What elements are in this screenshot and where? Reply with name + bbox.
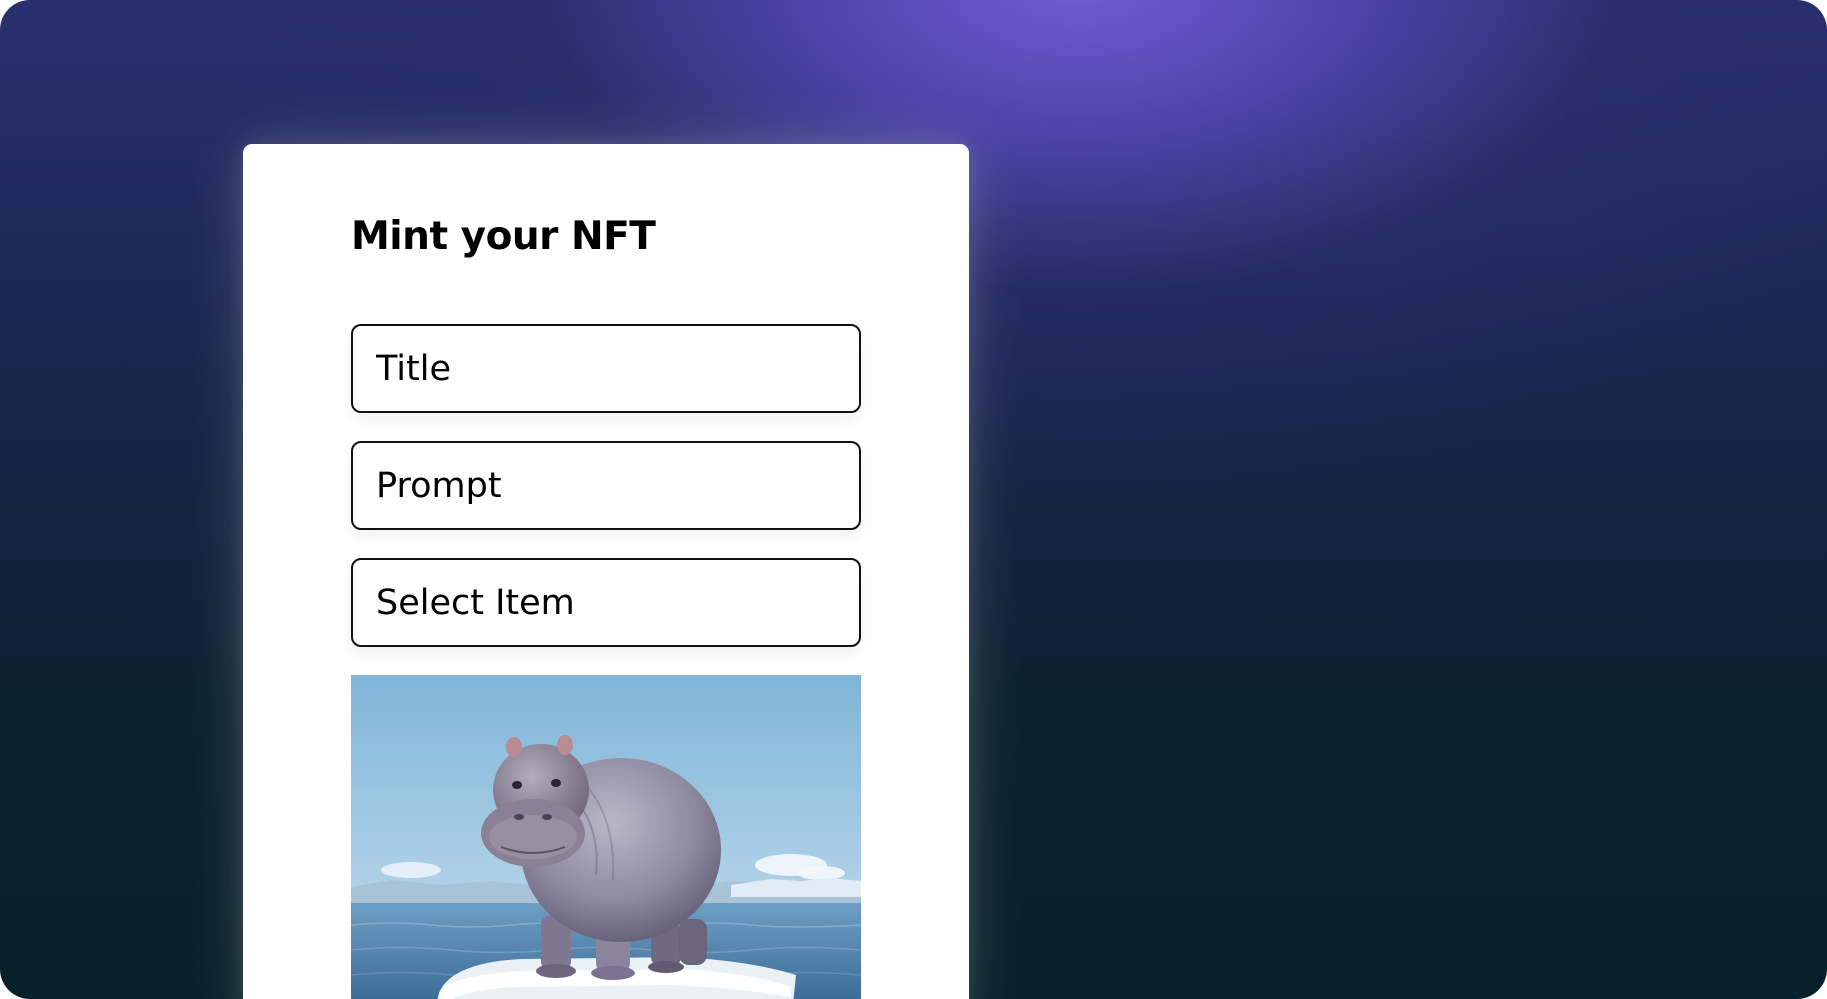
- hippo-on-ice-image: [351, 675, 861, 999]
- page-title: Mint your NFT: [351, 214, 656, 259]
- title-input[interactable]: [376, 348, 859, 389]
- nft-preview-image: [351, 675, 861, 999]
- prompt-input[interactable]: [376, 465, 859, 506]
- select-item-dropdown[interactable]: Select Item: [351, 558, 861, 647]
- mint-card: Mint your NFT Select Item: [243, 144, 969, 999]
- select-item-label: Select Item: [376, 582, 575, 623]
- prompt-field[interactable]: [351, 441, 861, 530]
- title-field[interactable]: [351, 324, 861, 413]
- page-background: Mint your NFT Select Item: [0, 0, 1827, 999]
